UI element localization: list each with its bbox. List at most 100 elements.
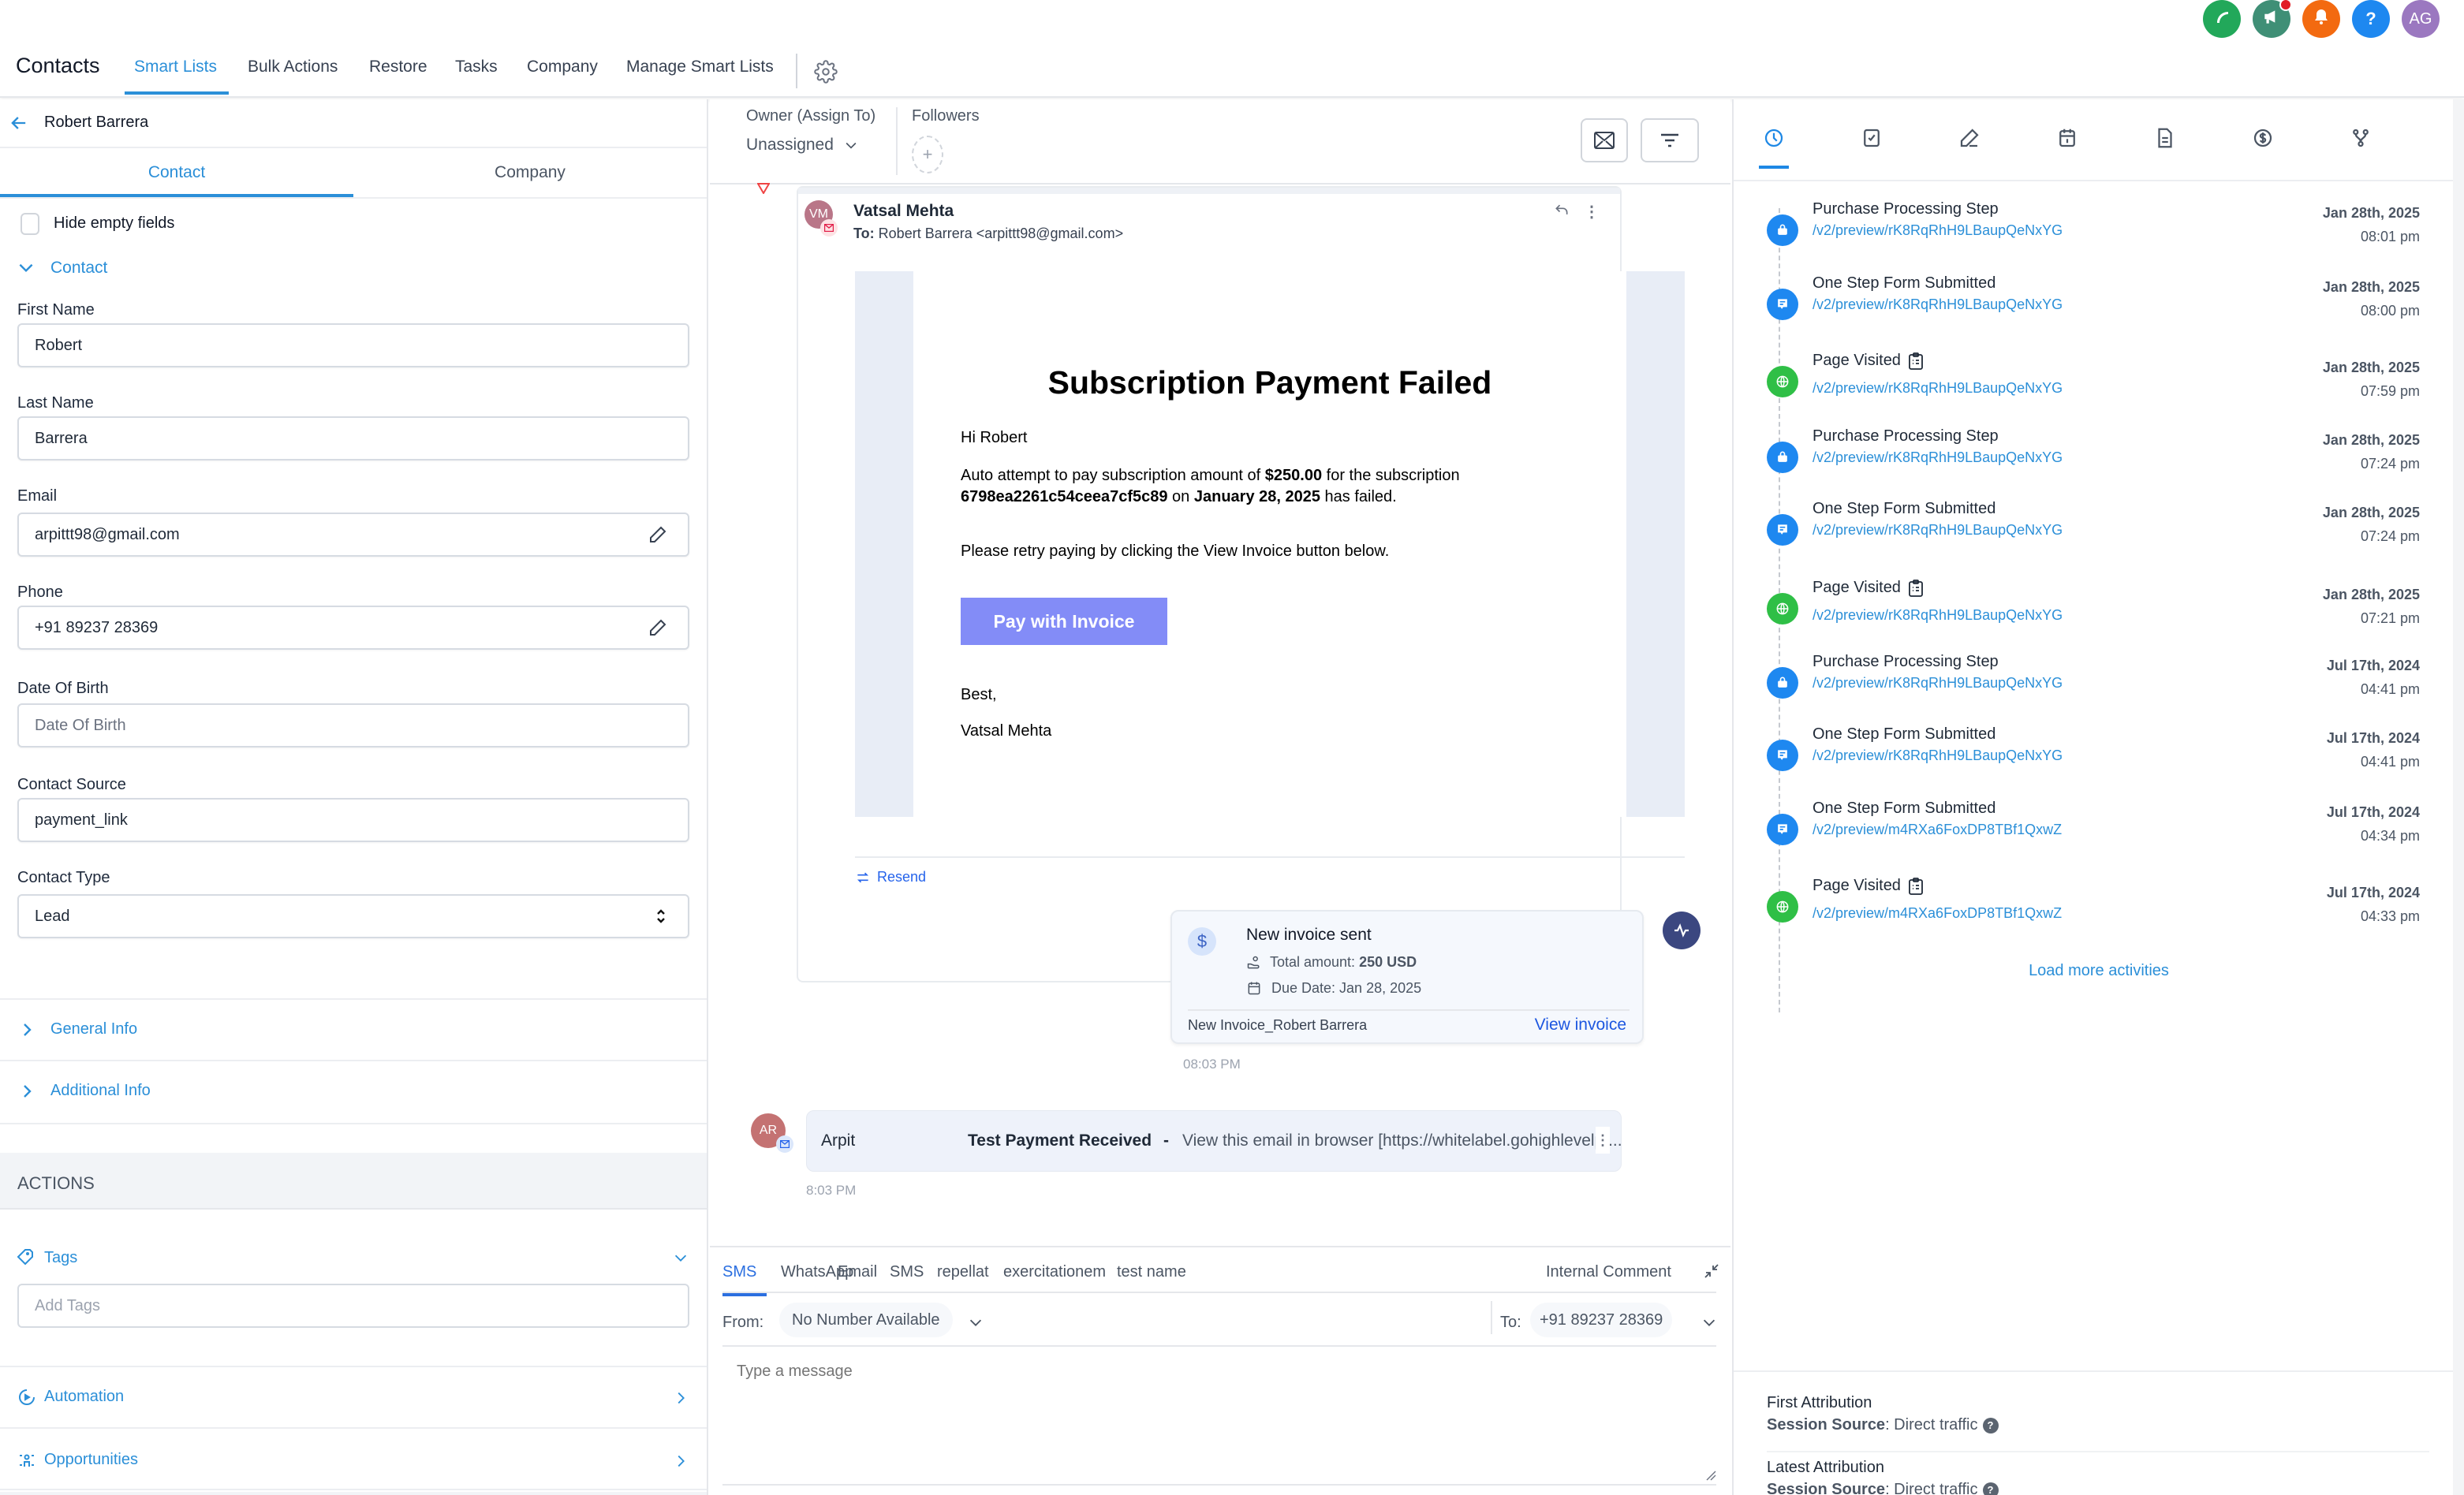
last-name-input[interactable]: Barrera bbox=[17, 416, 689, 460]
tab-bulk-actions[interactable]: Bulk Actions bbox=[248, 58, 338, 76]
chevron-down-icon[interactable] bbox=[1701, 1314, 1718, 1335]
pencil-icon[interactable] bbox=[648, 618, 667, 637]
help-button[interactable]: ? bbox=[2352, 0, 2390, 38]
coins-hand-icon bbox=[1247, 956, 1260, 968]
form-icon bbox=[1767, 814, 1798, 845]
chevron-right-icon bbox=[672, 1451, 689, 1475]
activity-link[interactable]: /v2/preview/rK8RqRhH9LBaupQeNxYG bbox=[1813, 449, 2063, 466]
email-thread-row[interactable]: Arpit Test Payment Received - View this … bbox=[806, 1110, 1622, 1172]
message-input[interactable] bbox=[722, 1347, 1716, 1484]
sender-name: Arpit bbox=[821, 1132, 856, 1150]
tab-contact[interactable]: Contact bbox=[0, 148, 353, 197]
chevron-down-icon[interactable] bbox=[16, 257, 36, 278]
activity-link[interactable]: /v2/preview/rK8RqRhH9LBaupQeNxYG bbox=[1813, 380, 2063, 397]
envelope-icon bbox=[1594, 132, 1615, 149]
tab-company[interactable]: Company bbox=[527, 58, 598, 76]
section-contact-title[interactable]: Contact bbox=[50, 259, 107, 278]
activity-link[interactable]: /v2/preview/rK8RqRhH9LBaupQeNxYG bbox=[1813, 296, 2063, 313]
gear-icon[interactable] bbox=[814, 60, 838, 84]
chevron-down-icon[interactable] bbox=[672, 1249, 689, 1270]
first-name-input[interactable]: Robert bbox=[17, 323, 689, 367]
email-input[interactable]: arpittt98@gmail.com bbox=[17, 513, 689, 557]
add-follower-button[interactable]: + bbox=[912, 136, 943, 173]
channel-tab[interactable]: SMS bbox=[722, 1263, 756, 1281]
channel-tab[interactable]: SMS bbox=[890, 1263, 924, 1281]
notifications-button[interactable] bbox=[2302, 0, 2340, 38]
contact-type-select[interactable]: Lead bbox=[17, 894, 689, 938]
automation-row[interactable]: Automation bbox=[0, 1366, 707, 1427]
activity-link[interactable]: /v2/preview/m4RXa6FoxDP8TBf1QxwZ bbox=[1813, 905, 2062, 922]
section-additional-info[interactable]: Additional Info bbox=[0, 1060, 707, 1123]
dollar-icon: $ bbox=[1188, 927, 1216, 956]
activity-link[interactable]: /v2/preview/rK8RqRhH9LBaupQeNxYG bbox=[1813, 522, 2063, 539]
more-options-icon[interactable]: ⋮ bbox=[1596, 1127, 1610, 1154]
activity-title: One Step Form Submitted bbox=[1813, 800, 1995, 818]
pencil-icon[interactable] bbox=[648, 525, 667, 544]
dob-input[interactable]: Date Of Birth bbox=[17, 703, 689, 748]
tab-workflow[interactable] bbox=[2349, 126, 2373, 150]
email-instruction: Please retry paying by clicking the View… bbox=[961, 542, 1390, 560]
tab-tasks[interactable]: Tasks bbox=[455, 58, 498, 76]
opportunities-row[interactable]: Opportunities bbox=[0, 1427, 707, 1490]
activity-link[interactable]: /v2/preview/m4RXa6FoxDP8TBf1QxwZ bbox=[1813, 822, 2062, 838]
filter-icon bbox=[1661, 133, 1678, 147]
phone-button[interactable] bbox=[2203, 0, 2241, 38]
collapse-icon[interactable] bbox=[1702, 1262, 1721, 1284]
first-name-label: First Name bbox=[17, 301, 95, 319]
channel-tab[interactable]: repellat bbox=[937, 1263, 989, 1281]
announcements-button[interactable] bbox=[2253, 0, 2292, 38]
email-content: Subscription Payment Failed Hi Robert Au… bbox=[913, 271, 1626, 817]
arrow-left-icon[interactable] bbox=[8, 112, 30, 134]
resend-button[interactable]: Resend bbox=[855, 869, 926, 885]
channel-tab[interactable]: exercitationem bbox=[1003, 1263, 1106, 1281]
to-label: To: bbox=[853, 226, 875, 241]
add-tags-input[interactable]: Add Tags bbox=[17, 1284, 689, 1328]
activity-link[interactable]: /v2/preview/rK8RqRhH9LBaupQeNxYG bbox=[1813, 607, 2063, 624]
activity-link[interactable]: /v2/preview/rK8RqRhH9LBaupQeNxYG bbox=[1813, 748, 2063, 764]
email-filter-button[interactable] bbox=[1581, 118, 1628, 162]
hide-empty-checkbox[interactable] bbox=[21, 213, 39, 235]
tab-smart-lists[interactable]: Smart Lists bbox=[134, 58, 217, 76]
tab-note[interactable] bbox=[1958, 126, 1981, 150]
channel-tab[interactable]: Email bbox=[838, 1263, 877, 1281]
resize-handle-icon[interactable] bbox=[1705, 1470, 1716, 1485]
help-icon[interactable]: ? bbox=[1982, 1482, 1999, 1495]
load-more-activities-link[interactable]: Load more activities bbox=[1734, 962, 2464, 980]
activity-link[interactable]: /v2/preview/rK8RqRhH9LBaupQeNxYG bbox=[1813, 675, 2063, 692]
tab-calendar[interactable] bbox=[2055, 126, 2079, 150]
clipboard-icon[interactable] bbox=[1909, 579, 1923, 597]
activity-time: 08:00 pm bbox=[2360, 303, 2420, 319]
section-general-info[interactable]: General Info bbox=[0, 998, 707, 1060]
internal-comment-tab[interactable]: Internal Comment bbox=[1546, 1263, 1671, 1281]
contact-source-input[interactable]: payment_link bbox=[17, 798, 689, 842]
tab-document[interactable] bbox=[2153, 126, 2177, 150]
session-source-label: Session Source bbox=[1767, 1481, 1886, 1495]
tab-payment[interactable] bbox=[2251, 126, 2275, 150]
phone-icon bbox=[2212, 7, 2231, 31]
tab-activity[interactable] bbox=[1762, 126, 1786, 150]
view-invoice-link[interactable]: View invoice bbox=[1535, 1016, 1626, 1035]
chevron-down-icon[interactable] bbox=[967, 1314, 984, 1335]
tab-company-details[interactable]: Company bbox=[353, 148, 707, 197]
from-select[interactable]: No Number Available bbox=[779, 1303, 953, 1337]
owner-label: Owner (Assign To) bbox=[746, 107, 876, 125]
phone-input[interactable]: +91 89237 28369 bbox=[17, 606, 689, 650]
scrollbar[interactable] bbox=[2453, 99, 2464, 1495]
clipboard-icon[interactable] bbox=[1909, 877, 1923, 895]
reply-icon[interactable] bbox=[1554, 202, 1570, 222]
activity-time: 07:21 pm bbox=[2360, 610, 2420, 626]
owner-select[interactable]: Unassigned bbox=[746, 136, 859, 155]
tab-manage-smart-lists[interactable]: Manage Smart Lists bbox=[626, 58, 774, 76]
user-avatar[interactable]: AG bbox=[2402, 0, 2440, 38]
channel-tab[interactable]: test name bbox=[1117, 1263, 1186, 1281]
tab-task[interactable] bbox=[1860, 126, 1883, 150]
more-options-icon[interactable]: ⋮ bbox=[1584, 202, 1600, 222]
email-signoff: Best, bbox=[961, 686, 997, 703]
tab-restore[interactable]: Restore bbox=[369, 58, 427, 76]
clipboard-icon[interactable] bbox=[1909, 352, 1923, 370]
to-select[interactable]: +91 89237 28369 bbox=[1530, 1303, 1673, 1337]
activity-link[interactable]: /v2/preview/rK8RqRhH9LBaupQeNxYG bbox=[1813, 222, 2063, 239]
help-icon[interactable]: ? bbox=[1982, 1417, 1999, 1433]
pay-with-invoice-button[interactable]: Pay with Invoice bbox=[961, 598, 1167, 645]
filter-button[interactable] bbox=[1641, 118, 1699, 162]
